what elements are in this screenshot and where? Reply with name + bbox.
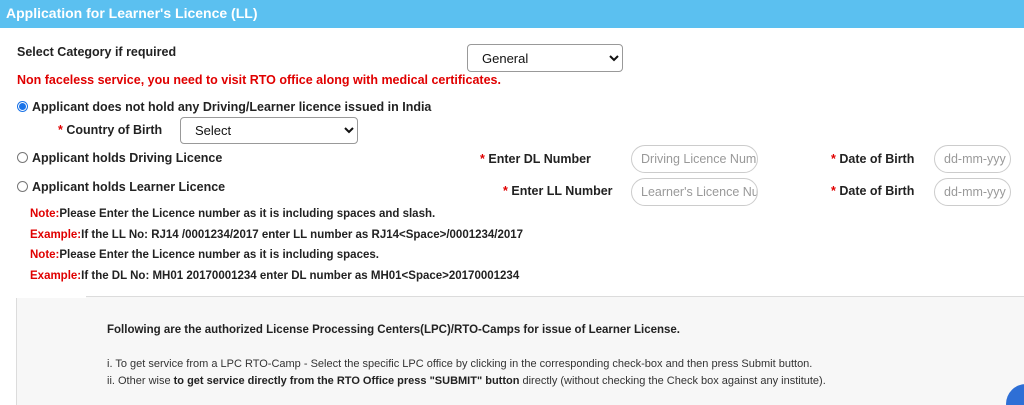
note-text: Please Enter the Licence number as it is… — [59, 249, 379, 261]
category-select[interactable]: General — [467, 44, 623, 72]
ll-dob-label: * Date of Birth — [831, 184, 914, 198]
dl-number-label: * Enter DL Number — [480, 152, 591, 166]
page-header: Application for Learner's Licence (LL) — [0, 0, 1024, 28]
note-text: Please Enter the Licence number as it is… — [59, 208, 436, 220]
country-select[interactable]: Select — [180, 117, 358, 144]
dl-number-input[interactable] — [631, 145, 758, 173]
option-no-licence-label: Applicant does not hold any Driving/Lear… — [32, 100, 432, 114]
dl-dob-input[interactable] — [934, 145, 1011, 173]
lpc-instruction-2-pre: ii. Other wise — [107, 375, 174, 387]
country-label-text: Country of Birth — [66, 123, 163, 137]
lpc-instruction-2-bold: to get service directly from the RTO Off… — [173, 375, 520, 387]
lpc-instruction-2: ii. Other wise to get service directly f… — [107, 375, 826, 387]
lpc-instruction-2-post: directly (without checking the Check box… — [519, 375, 826, 387]
note-prefix: Note: — [30, 208, 60, 220]
radio-driving-licence[interactable] — [17, 152, 28, 163]
example-text: If the DL No: MH01 20170001234 enter DL … — [81, 270, 520, 282]
country-of-birth-label: * Country of Birth — [58, 123, 162, 137]
dl-number-label-text: Enter DL Number — [488, 152, 591, 166]
required-marker: * — [831, 152, 836, 166]
radio-learner-licence[interactable] — [17, 181, 28, 192]
note-prefix: Note: — [30, 249, 60, 261]
required-marker: * — [831, 184, 836, 198]
dl-dob-label-text: Date of Birth — [839, 152, 915, 166]
ll-number-input[interactable] — [631, 178, 758, 206]
lpc-panel-title: Following are the authorized License Pro… — [107, 324, 681, 336]
page-title: Application for Learner's Licence (LL) — [6, 5, 258, 21]
ll-dob-input[interactable] — [934, 178, 1011, 206]
ll-number-label: * Enter LL Number — [503, 184, 613, 198]
note-line: Note:Please Enter the Licence number as … — [30, 208, 435, 220]
lpc-panel — [16, 296, 1024, 405]
lpc-instruction-1: i. To get service from a LPC RTO-Camp - … — [107, 358, 813, 370]
warning-message: Non faceless service, you need to visit … — [17, 73, 501, 87]
category-label: Select Category if required — [17, 45, 177, 59]
required-marker: * — [58, 123, 63, 137]
example-prefix: Example: — [30, 229, 82, 241]
required-marker: * — [480, 152, 485, 166]
required-marker: * — [503, 184, 508, 198]
option-driving-licence-label: Applicant holds Driving Licence — [32, 151, 223, 165]
ll-dob-label-text: Date of Birth — [839, 184, 915, 198]
example-line: Example:If the LL No: RJ14 /0001234/2017… — [30, 229, 523, 241]
radio-no-licence[interactable] — [17, 101, 28, 112]
example-prefix: Example: — [30, 270, 82, 282]
example-line: Example:If the DL No: MH01 20170001234 e… — [30, 270, 519, 282]
dl-dob-label: * Date of Birth — [831, 152, 914, 166]
ll-number-label-text: Enter LL Number — [511, 184, 613, 198]
example-text: If the LL No: RJ14 /0001234/2017 enter L… — [81, 229, 524, 241]
option-learner-licence-label: Applicant holds Learner Licence — [32, 180, 226, 194]
note-line: Note:Please Enter the Licence number as … — [30, 249, 379, 261]
panel-notch — [16, 295, 86, 298]
